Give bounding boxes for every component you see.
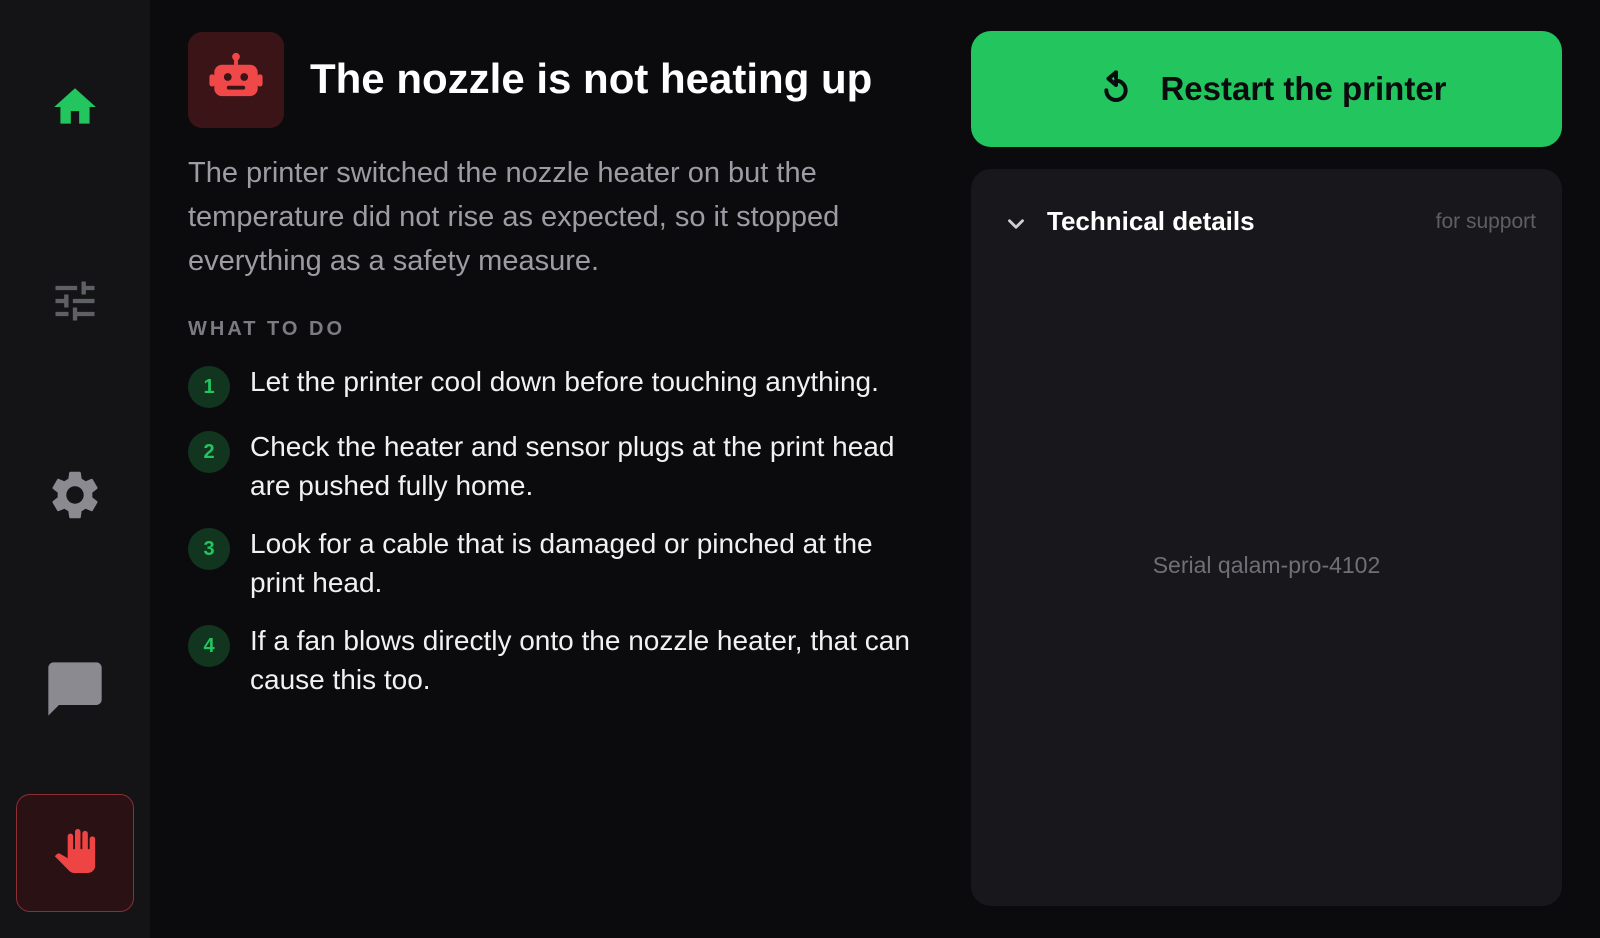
details-hint: for support — [1435, 210, 1536, 233]
restart-button-label: Restart the printer — [1160, 70, 1447, 107]
error-badge — [188, 32, 284, 128]
steps-heading: WHAT TO DO — [188, 318, 346, 340]
technical-details-toggle[interactable]: Technical details — [1047, 206, 1255, 237]
restart-printer-button[interactable]: Restart the printer — [971, 31, 1562, 147]
chat-icon — [43, 657, 107, 726]
printer-error-screen: The nozzle is not heating up The printer… — [0, 0, 1600, 938]
step-number: 1 — [188, 366, 230, 408]
sidebar-item-messages[interactable] — [16, 632, 134, 750]
sliders-icon — [49, 275, 101, 332]
gear-icon — [46, 466, 104, 529]
sidebar — [0, 0, 150, 938]
step-number: 2 — [188, 431, 230, 473]
sidebar-item-controls[interactable] — [16, 244, 134, 362]
sidebar-item-home[interactable] — [16, 50, 134, 168]
chevron-down-icon[interactable] — [1003, 211, 1029, 242]
sidebar-item-settings[interactable] — [16, 438, 134, 556]
serial-number: Serial qalam-pro-4102 — [1152, 552, 1381, 578]
robot-icon — [207, 49, 265, 112]
technical-details-panel: Technical details for support Serial qal… — [971, 169, 1562, 906]
page-title: The nozzle is not heating up — [310, 55, 873, 102]
step-text: If a fan blows directly onto the nozzle … — [250, 625, 910, 695]
home-icon — [50, 82, 100, 137]
step-text: Check the heater and sensor plugs at the… — [250, 431, 895, 501]
step-number: 4 — [188, 625, 230, 667]
hand-stop-icon — [53, 828, 97, 878]
restart-icon — [1096, 69, 1136, 109]
error-description: The printer switched the nozzle heater o… — [188, 157, 840, 277]
step-text: Let the printer cool down before touchin… — [250, 366, 879, 397]
step-text: Look for a cable that is damaged or pinc… — [250, 528, 873, 598]
emergency-stop-button[interactable] — [16, 794, 134, 912]
step-number: 3 — [188, 528, 230, 570]
